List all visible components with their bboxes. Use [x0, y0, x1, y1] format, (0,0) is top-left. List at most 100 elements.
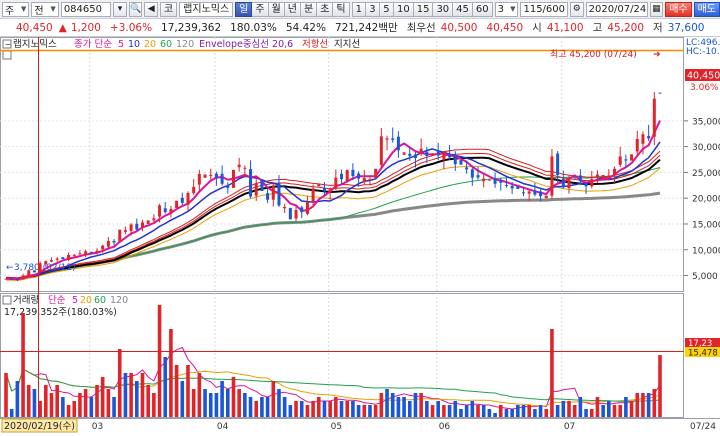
price-axis-label: 15,000 — [692, 220, 720, 230]
candle-body — [254, 183, 258, 196]
search-icon[interactable]: 🔍 — [128, 1, 143, 17]
low-label: 저 — [653, 22, 663, 34]
candle-body — [300, 207, 304, 213]
candle-body — [294, 210, 298, 219]
volume-bar — [589, 409, 594, 417]
candle-body — [112, 240, 116, 243]
candle-body — [328, 189, 332, 193]
volume-bar — [15, 381, 20, 417]
settings-icon[interactable]: ⚙ — [570, 1, 584, 17]
volume-tag-text: 15,478 — [688, 349, 718, 359]
candle-body — [158, 205, 162, 217]
candle-body — [368, 179, 372, 181]
volume-bar — [316, 397, 321, 417]
market-type-dropdown[interactable]: 주 ▼ — [2, 1, 30, 17]
volume-bar — [561, 401, 566, 417]
volume-bar — [641, 393, 645, 417]
volume-bar — [26, 385, 31, 417]
volume-legend-ma60: 60 — [94, 295, 106, 306]
calendar-icon[interactable]: ▦ — [649, 1, 664, 17]
candle-body — [618, 156, 622, 165]
date-field[interactable]: 2020/07/24 — [585, 1, 648, 17]
volume-bar — [396, 397, 401, 417]
volume-bar — [322, 401, 327, 417]
volume-bar — [356, 405, 361, 417]
candle-body — [601, 175, 605, 179]
period-minute-button[interactable]: 분 — [300, 1, 318, 17]
volume-bar — [61, 397, 65, 417]
code-type-button[interactable]: 코 — [159, 1, 178, 17]
volume-bar — [152, 393, 156, 417]
volume-bar — [442, 405, 446, 417]
candle-body — [72, 254, 76, 256]
volume-bar — [544, 409, 549, 417]
candle-body — [630, 154, 634, 161]
volume-bar — [447, 405, 452, 417]
candle-body — [118, 229, 122, 242]
mute-icon[interactable]: ◀ — [144, 1, 158, 17]
buy-button[interactable]: 매수 — [665, 1, 692, 17]
interval-1-button[interactable]: 1 — [351, 1, 366, 17]
candle-body — [402, 152, 406, 155]
volume-legend-title: 거래량 — [13, 294, 39, 306]
period-month-button[interactable]: 월 — [268, 1, 285, 17]
stock-name-field[interactable]: 랩지노믹스 — [179, 1, 234, 17]
sell-button[interactable]: 매도 — [693, 1, 720, 17]
chevron-down-icon: ▼ — [21, 5, 27, 13]
candle-body — [442, 153, 446, 160]
candle-body — [271, 185, 275, 200]
volume-bar — [49, 393, 54, 417]
interval-5-button[interactable]: 5 — [379, 1, 394, 17]
volume-bar — [9, 409, 14, 417]
candle-body — [590, 179, 594, 187]
volume-bar — [72, 401, 77, 417]
period-tick-button[interactable]: 틱 — [333, 1, 350, 17]
volume-bar — [305, 405, 310, 417]
count-field[interactable]: 115/600 — [520, 1, 569, 17]
volume-bar — [635, 393, 640, 417]
volume-legend-indicator: 단순 — [48, 295, 66, 306]
candle-body — [49, 260, 53, 262]
candle-body — [658, 92, 662, 94]
period-year-button[interactable]: 년 — [284, 1, 301, 17]
period-day-button[interactable]: 일 — [235, 1, 253, 17]
candle-body — [573, 178, 577, 180]
period-type-dropdown[interactable]: 전 ▼ — [31, 1, 59, 17]
volume-bar — [4, 373, 8, 417]
period-second-button[interactable]: 초 — [317, 1, 334, 17]
interval-15-button[interactable]: 15 — [413, 1, 434, 17]
interval-3-button[interactable]: 3 — [365, 1, 380, 17]
candle-body — [487, 179, 491, 181]
volume-bar — [117, 349, 122, 417]
volume-bar — [373, 405, 378, 417]
volume-legend-ma20: 20 — [80, 295, 92, 306]
interval-dropdown[interactable]: 3 ▼ — [494, 1, 519, 17]
interval-selector: 1 3 5 10 15 30 45 60 — [351, 1, 493, 17]
volume-bar — [123, 373, 128, 417]
candle-body — [459, 160, 463, 165]
candle-body — [362, 178, 366, 183]
candle-body — [425, 151, 429, 156]
low-annotation: 3,780 (02/12) — [14, 263, 76, 273]
volume-bar — [345, 401, 350, 417]
candle-body — [152, 218, 156, 221]
interval-30-button[interactable]: 30 — [433, 1, 454, 17]
candle-body — [55, 258, 59, 260]
interval-10-button[interactable]: 10 — [393, 1, 414, 17]
candle-body — [476, 175, 480, 178]
candle-body — [448, 154, 452, 158]
interval-45-button[interactable]: 45 — [453, 1, 473, 17]
volume-bar — [129, 373, 133, 417]
stock-chart[interactable]: − 랩지노믹스 종가 단순 5 10 20 60 120 Envelope중심선… — [0, 37, 720, 436]
panel-toggle-icon[interactable] — [2, 50, 12, 60]
interval-60-button[interactable]: 60 — [472, 1, 493, 17]
search-icon[interactable]: ▾ — [113, 1, 127, 17]
x-axis-label: 03 — [92, 422, 103, 432]
volume-bar — [197, 373, 202, 417]
x-axis-label: 06 — [439, 422, 451, 432]
volume-bar — [225, 389, 230, 417]
stock-code-input[interactable]: 084650 — [60, 1, 112, 17]
best-ask-label: 최우선 — [406, 22, 436, 34]
period-week-button[interactable]: 주 — [252, 1, 269, 17]
collapse-icon[interactable] — [2, 295, 12, 305]
